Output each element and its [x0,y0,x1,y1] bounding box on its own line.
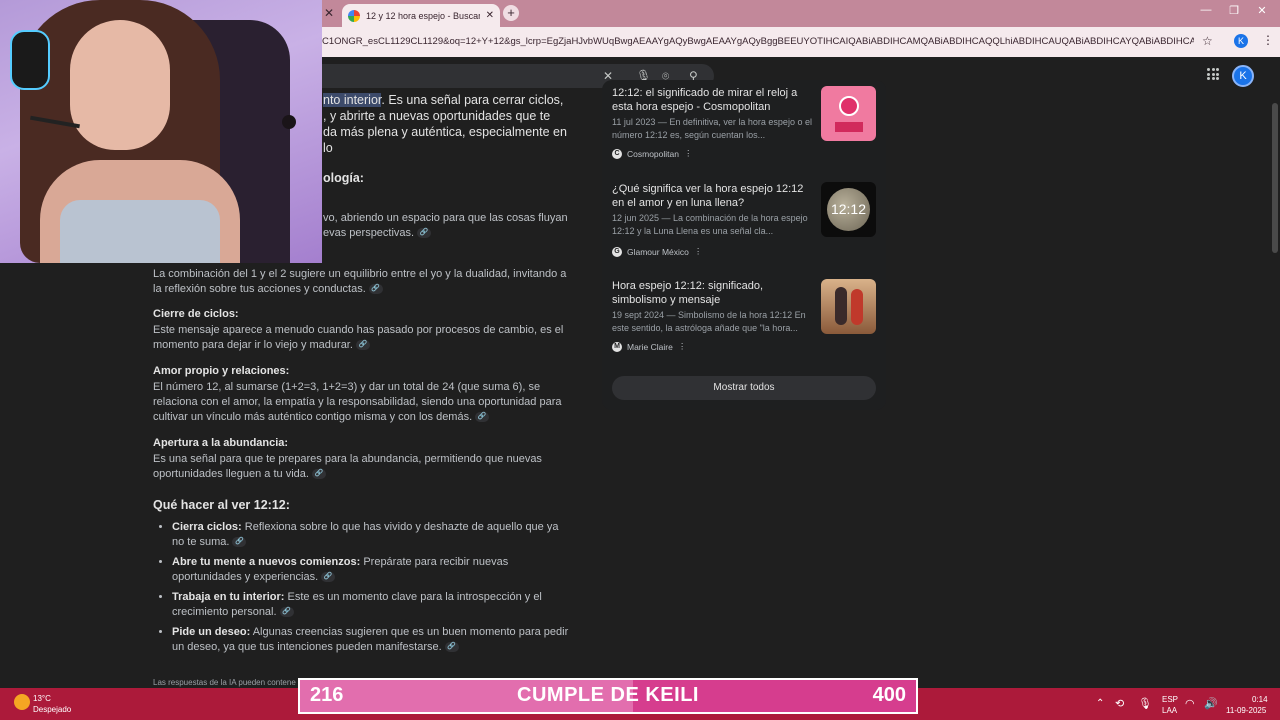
section-title: Apertura a la abundancia: [153,437,289,449]
source-link-icon[interactable]: 🔗 [321,572,336,583]
headset-icon [10,30,50,90]
card-thumbnail: 12:12 [821,182,876,237]
active-tab[interactable]: 12 y 12 hora espejo - Buscar co ✕ [342,4,500,27]
source-logo-icon: C [612,148,622,159]
section-text: evas perspectivas. [323,227,415,239]
section-abundancia: Apertura a la abundancia: Es una señal p… [153,437,573,482]
section-text: El número 12, al sumarse (1+2=3, 1+2=3) … [153,381,562,423]
network-icon[interactable]: ⟲ [1115,697,1124,710]
source-link-icon[interactable]: 🔗 [444,642,459,653]
section-heading: Qué hacer al ver 12:12: [153,498,290,512]
language-layout[interactable]: LAA [1162,706,1177,715]
list-item: Pide un deseo: Algunas creencias sugiere… [172,625,573,655]
google-apps-icon[interactable] [1207,68,1219,80]
page-scrollbar[interactable] [1270,93,1280,688]
source-link-icon[interactable]: 🔗 [355,340,370,351]
restore-icon[interactable]: ❐ [1224,4,1244,17]
source-link-icon[interactable]: 🔗 [279,607,294,618]
card-snippet: 19 sept 2024 — Simbolismo de la hora 12:… [612,310,806,333]
card-thumbnail [821,86,876,141]
weather-description: Despejado [33,705,72,714]
url-field[interactable]: C1ONGR_esCL1129CL1129&oq=12+Y+12&gs_lcrp… [322,36,1194,47]
card-snippet: 12 jun 2025 — La combinación de la hora … [612,213,808,236]
close-tab-icon[interactable]: ✕ [322,6,336,20]
sources-panel: 12:12: el significado de mirar el reloj … [602,80,886,410]
stream-goal-bar: 216 CUMPLE DE KEILI 400 [298,678,918,714]
weather-icon[interactable] [14,694,30,710]
new-tab-button[interactable]: + [503,5,519,21]
card-snippet: 11 jul 2023 — En definitiva, ver la hora… [612,117,812,140]
wifi-icon[interactable]: ◠ [1185,697,1195,710]
close-window-icon[interactable]: ✕ [1252,4,1272,17]
volume-icon[interactable]: 🔊 [1204,697,1218,710]
section-title: Cierre de ciclos: [153,308,239,320]
bookmark-star-icon[interactable]: ☆ [1202,34,1213,48]
card-title[interactable]: ¿Qué significa ver la hora espejo 12:12 … [612,182,812,210]
highlighted-text: nto interior [323,93,382,107]
tray-expand-icon[interactable]: ⌃ [1096,698,1104,709]
weather-temperature: 13°C [33,694,51,703]
intro-text: . Es una señal para cerrar ciclos, [381,93,564,107]
card-title[interactable]: 12:12: el significado de mirar el reloj … [612,86,812,114]
streamer-face [70,20,170,150]
section-text: Es una señal para que te prepares para l… [153,453,542,480]
source-link-icon[interactable]: 🔗 [475,412,490,423]
list-item: Trabaja en tu interior: Este es un momen… [172,590,573,620]
combination-paragraph: La combinación del 1 y el 2 sugiere un e… [153,267,573,297]
profile-icon[interactable]: K [1234,34,1248,48]
goal-title: CUMPLE DE KEILI [517,684,699,706]
section-title: Amor propio y relaciones: [153,365,290,377]
source-card[interactable]: ¿Qué significa ver la hora espejo 12:12 … [612,182,876,262]
chair-button [282,115,296,129]
minimize-icon[interactable]: — [1196,4,1216,16]
language-indicator[interactable]: ESP [1162,695,1178,704]
source-logo-icon: G [612,246,622,257]
section-cierre: Cierre de ciclos: Este mensaje aparece a… [153,308,573,353]
webcam-overlay [0,0,322,263]
section-amor: Amor propio y relaciones: El número 12, … [153,365,573,425]
show-all-button[interactable]: Mostrar todos [612,376,876,400]
source-link-icon[interactable]: 🔗 [368,284,383,295]
scrollbar-thumb[interactable] [1272,103,1278,253]
more-options-icon[interactable]: ⋮ [694,246,703,257]
mic-tray-icon[interactable]: 🎙 [1138,697,1152,710]
paragraph-text: La combinación del 1 y el 2 sugiere un e… [153,268,567,295]
thumbnail-text: 12:12 [830,201,867,217]
source-link-icon[interactable]: 🔗 [417,228,432,239]
tab-title: 12 y 12 hora espejo - Buscar co [366,10,480,21]
source-logo-icon: M [612,341,622,352]
close-tab-icon[interactable]: ✕ [486,10,494,21]
what-to-do-section: Qué hacer al ver 12:12: Cierra ciclos: R… [153,498,573,660]
card-title[interactable]: Hora espejo 12:12: significado, simbolis… [612,279,812,307]
list-item: Abre tu mente a nuevos comienzos: Prepár… [172,555,573,585]
more-options-icon[interactable]: ⋮ [678,341,687,352]
advice-list: Cierra ciclos: Reflexiona sobre lo que h… [153,520,573,655]
source-link-icon[interactable]: 🔗 [311,469,326,480]
browser-menu-icon[interactable]: ⋮ [1262,33,1274,47]
source-card[interactable]: 12:12: el significado de mirar el reloj … [612,86,876,166]
source-name: Cosmopolitan [627,148,679,159]
clock-time[interactable]: 0:14 [1252,695,1268,704]
source-name: Glamour México [627,246,689,257]
goal-target: 400 [872,684,906,706]
ai-disclaimer: Las respuestas de la IA pueden contene [153,678,296,687]
source-link-icon[interactable]: 🔗 [232,537,247,548]
list-item: Cierra ciclos: Reflexiona sobre lo que h… [172,520,573,550]
clock-date[interactable]: 11-09-2025 [1226,706,1266,715]
card-thumbnail [821,279,876,334]
more-options-icon[interactable]: ⋮ [684,148,693,159]
streamer-top [60,200,220,263]
source-card[interactable]: Hora espejo 12:12: significado, simbolis… [612,279,876,359]
source-name: Marie Claire [627,341,673,352]
account-avatar[interactable]: K [1232,65,1254,87]
google-favicon-icon [348,9,360,22]
